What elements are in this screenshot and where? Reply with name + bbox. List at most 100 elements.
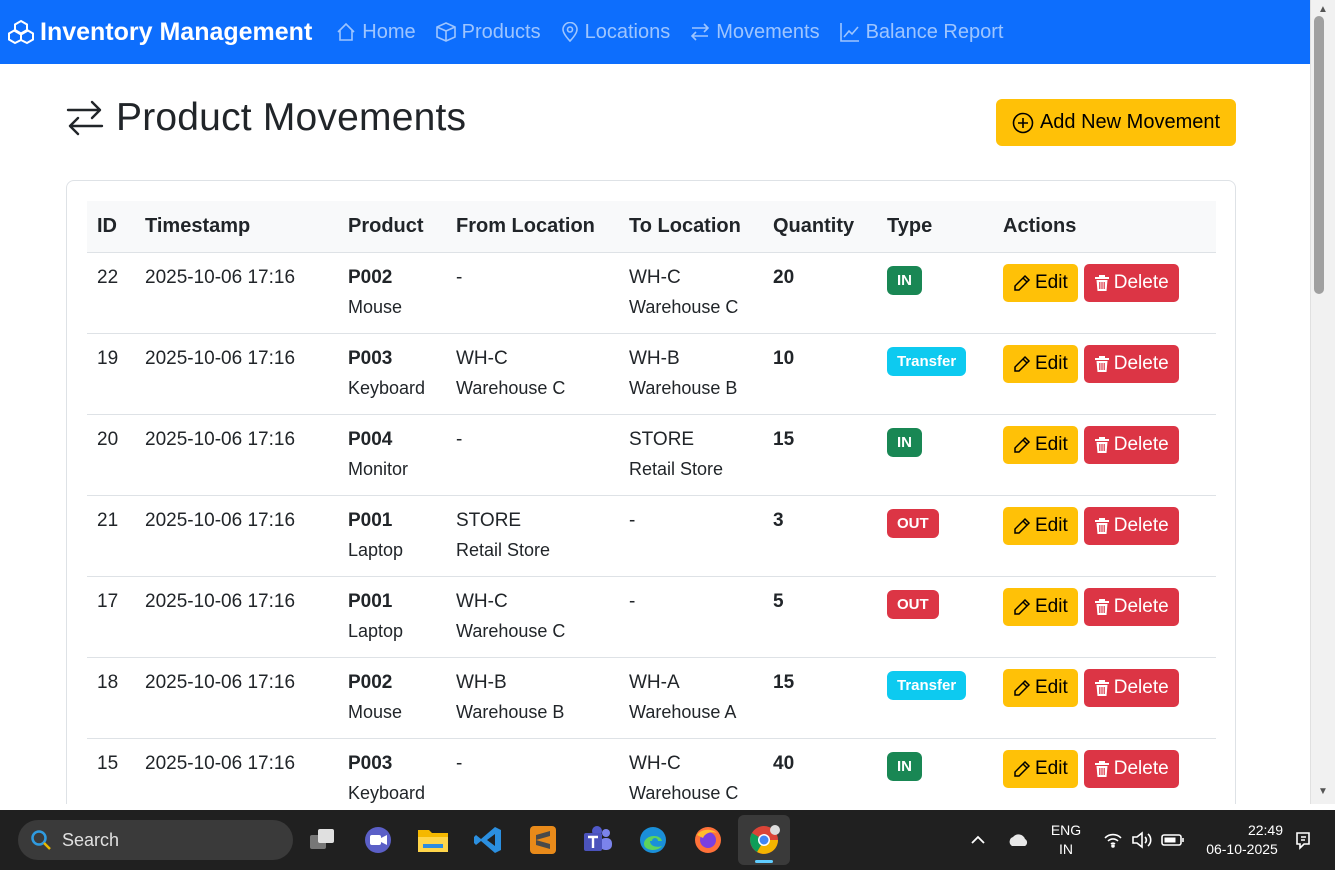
chrome-active-indicator	[755, 860, 773, 863]
nav-home[interactable]: Home	[336, 20, 416, 44]
header-actions: Actions	[993, 201, 1216, 253]
teams-icon[interactable]	[581, 823, 615, 857]
trash-icon	[1094, 598, 1109, 615]
type-badge: OUT	[887, 589, 939, 619]
cell-actions: Edit Delete	[993, 333, 1216, 414]
cell-id: 18	[97, 671, 119, 693]
product-code: P003	[348, 752, 393, 774]
file-explorer-icon[interactable]	[416, 823, 450, 857]
page-scrollbar[interactable]: ▲ ▼	[1310, 0, 1335, 804]
cell-to-location: WH-C Warehouse C	[619, 738, 763, 804]
cell-to-location: -	[619, 495, 763, 576]
product-name: Mouse	[348, 701, 403, 722]
product-code: P002	[348, 266, 393, 288]
delete-button[interactable]: Delete	[1083, 587, 1179, 626]
to-location-name: Warehouse B	[629, 377, 738, 398]
meet-chat-icon[interactable]	[361, 823, 395, 857]
type-badge: IN	[887, 427, 922, 457]
from-location-name: Warehouse C	[456, 377, 566, 398]
edge-icon[interactable]	[636, 823, 670, 857]
from-location-name: Warehouse C	[456, 620, 566, 641]
header-product: Product	[338, 201, 446, 253]
cell-to-location: -	[619, 576, 763, 657]
nav-products[interactable]: Products	[435, 21, 541, 44]
cell-timestamp: 2025-10-06 17:16	[145, 428, 296, 450]
language-indicator[interactable]: ENG IN	[1046, 821, 1086, 859]
delete-button[interactable]: Delete	[1083, 344, 1179, 383]
brand-label: Inventory Management	[40, 17, 313, 46]
header-from-location: From Location	[446, 201, 619, 253]
cell-product: P004 Monitor	[338, 414, 446, 495]
edit-button[interactable]: Edit	[1003, 587, 1078, 626]
chrome-icon[interactable]	[747, 823, 781, 857]
edit-button[interactable]: Edit	[1003, 263, 1078, 302]
notification-icon[interactable]	[1286, 823, 1320, 857]
nav-movements[interactable]: Movements	[690, 20, 820, 44]
taskbar-search[interactable]: Search	[18, 820, 293, 860]
edit-label: Edit	[1035, 595, 1068, 617]
edit-label: Edit	[1035, 676, 1068, 698]
trash-icon	[1094, 355, 1109, 372]
product-name: Laptop	[348, 620, 404, 641]
firefox-icon[interactable]	[691, 823, 725, 857]
edit-label: Edit	[1035, 433, 1068, 455]
from-location-code: WH-C	[456, 590, 508, 612]
clock[interactable]: 22:49 06-10-2025	[1199, 821, 1285, 859]
show-hidden-icons-chevron-icon[interactable]	[961, 823, 995, 857]
onedrive-cloud-icon[interactable]	[1001, 823, 1035, 857]
nav-movements-label: Movements	[716, 20, 820, 43]
movements-table: ID Timestamp Product From Location To Lo…	[87, 201, 1216, 804]
table-body: 22 2025-10-06 17:16 P002 Mouse - WH-C Wa…	[87, 252, 1216, 804]
nav-balance-report-label: Balance Report	[865, 20, 1004, 43]
pencil-icon	[1014, 760, 1031, 777]
delete-label: Delete	[1113, 352, 1169, 374]
cell-quantity: 20	[763, 252, 877, 333]
to-location-code: WH-C	[629, 752, 681, 774]
browser-viewport: Inventory Management Home Products Locat…	[0, 0, 1310, 804]
product-name: Monitor	[348, 458, 409, 479]
edit-button[interactable]: Edit	[1003, 425, 1078, 464]
cell-product: P003 Keyboard	[338, 333, 446, 414]
delete-button[interactable]: Delete	[1083, 263, 1179, 302]
plus-circle-icon	[1012, 112, 1034, 133]
delete-label: Delete	[1113, 595, 1169, 617]
page-title: Product Movements	[116, 96, 467, 139]
from-location-code: -	[456, 266, 463, 288]
from-location-code: WH-B	[456, 671, 507, 693]
search-icon	[31, 830, 51, 850]
edit-button[interactable]: Edit	[1003, 749, 1078, 788]
scroll-up-arrow-icon[interactable]: ▲	[1318, 4, 1328, 15]
task-view-icon[interactable]	[306, 823, 340, 857]
movements-card: ID Timestamp Product From Location To Lo…	[66, 180, 1236, 804]
edit-button[interactable]: Edit	[1003, 506, 1078, 545]
volume-icon[interactable]	[1125, 823, 1159, 857]
top-navbar: Inventory Management Home Products Locat…	[0, 0, 1310, 64]
cell-quantity: 15	[763, 657, 877, 738]
delete-button[interactable]: Delete	[1083, 668, 1179, 707]
house-icon	[337, 22, 355, 41]
vscode-icon[interactable]	[471, 823, 505, 857]
table-row: 19 2025-10-06 17:16 P003 Keyboard WH-C W…	[87, 333, 1216, 414]
delete-button[interactable]: Delete	[1083, 506, 1179, 545]
nav-locations[interactable]: Locations	[561, 21, 670, 44]
scroll-down-arrow-icon[interactable]: ▼	[1318, 786, 1328, 797]
add-movement-button[interactable]: Add New Movement	[996, 99, 1236, 146]
delete-label: Delete	[1113, 676, 1169, 698]
from-location-name: Warehouse B	[456, 701, 565, 722]
battery-icon[interactable]	[1156, 823, 1190, 857]
scroll-thumb[interactable]	[1314, 16, 1324, 294]
to-location-name: Warehouse C	[629, 782, 739, 803]
cell-id: 20	[97, 428, 119, 450]
delete-button[interactable]: Delete	[1083, 425, 1179, 464]
nav-balance-report[interactable]: Balance Report	[839, 20, 1004, 44]
edit-button[interactable]: Edit	[1003, 344, 1078, 383]
quantity-value: 40	[773, 752, 795, 774]
sublime-text-icon[interactable]	[526, 823, 560, 857]
trash-icon	[1094, 436, 1109, 453]
nav-home-label: Home	[362, 20, 416, 43]
cell-from-location: WH-C Warehouse C	[446, 576, 619, 657]
brand[interactable]: Inventory Management	[8, 18, 312, 47]
edit-button[interactable]: Edit	[1003, 668, 1078, 707]
cell-from-location: STORE Retail Store	[446, 495, 619, 576]
delete-button[interactable]: Delete	[1083, 749, 1179, 788]
